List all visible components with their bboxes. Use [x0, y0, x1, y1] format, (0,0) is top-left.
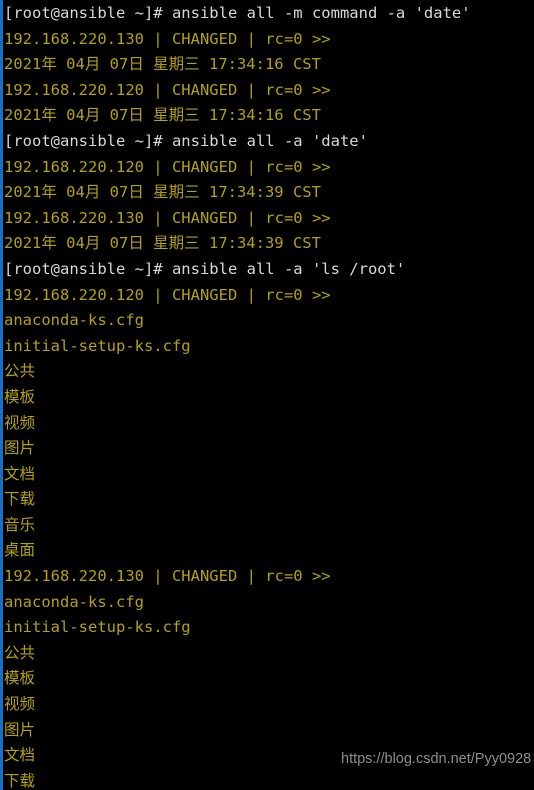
terminal-output-line: 下载 [4, 771, 36, 790]
terminal-output-line: 2021年 04月 07日 星期三 17:34:39 CST [4, 234, 321, 253]
terminal-output-line: 文档 [4, 464, 36, 483]
terminal-output-line: anaconda-ks.cfg [4, 592, 144, 611]
terminal-output-line: 192.168.220.130 | CHANGED | rc=0 >> [4, 567, 331, 586]
terminal-output-line: anaconda-ks.cfg [4, 311, 144, 330]
watermark-text: https://blog.csdn.net/Pyy0928 [341, 751, 532, 767]
terminal-command-line: [root@ansible ~]# ansible all -a 'date' [4, 131, 368, 150]
terminal-output-line: 192.168.220.130 | CHANGED | rc=0 >> [4, 29, 331, 48]
terminal-output-line: 192.168.220.120 | CHANGED | rc=0 >> [4, 285, 331, 304]
terminal-output-line: 视频 [4, 413, 36, 432]
terminal-output-line: 图片 [4, 439, 36, 458]
terminal-window[interactable]: [root@ansible ~]# ansible all -m command… [0, 0, 534, 790]
terminal-output-line: 192.168.220.120 | CHANGED | rc=0 >> [4, 80, 331, 99]
terminal-output-line: 桌面 [4, 541, 36, 560]
terminal-output-line: 视频 [4, 695, 36, 714]
terminal-output-line: 公共 [4, 362, 36, 381]
terminal-output-line: 公共 [4, 643, 36, 662]
terminal-output-area[interactable]: [root@ansible ~]# ansible all -m command… [4, 0, 534, 790]
terminal-command-line: [root@ansible ~]# ansible all -m command… [4, 4, 471, 22]
terminal-output-line: 192.168.220.120 | CHANGED | rc=0 >> [4, 157, 331, 176]
terminal-output-line: 模板 [4, 669, 36, 688]
terminal-output-line: 图片 [4, 720, 36, 739]
terminal-output-line: 2021年 04月 07日 星期三 17:34:39 CST [4, 183, 321, 202]
terminal-output-line: 下载 [4, 490, 36, 509]
terminal-left-border [0, 0, 3, 790]
terminal-output-line: 音乐 [4, 515, 36, 534]
terminal-output-line: initial-setup-ks.cfg [4, 336, 191, 355]
terminal-output-line: 2021年 04月 07日 星期三 17:34:16 CST [4, 106, 321, 125]
terminal-command-line: [root@ansible ~]# ansible all -a 'ls /ro… [4, 259, 406, 278]
terminal-output-line: 2021年 04月 07日 星期三 17:34:16 CST [4, 55, 321, 74]
terminal-output-line: initial-setup-ks.cfg [4, 618, 191, 637]
terminal-output-line: 模板 [4, 387, 36, 406]
terminal-output-line: 192.168.220.130 | CHANGED | rc=0 >> [4, 208, 331, 227]
